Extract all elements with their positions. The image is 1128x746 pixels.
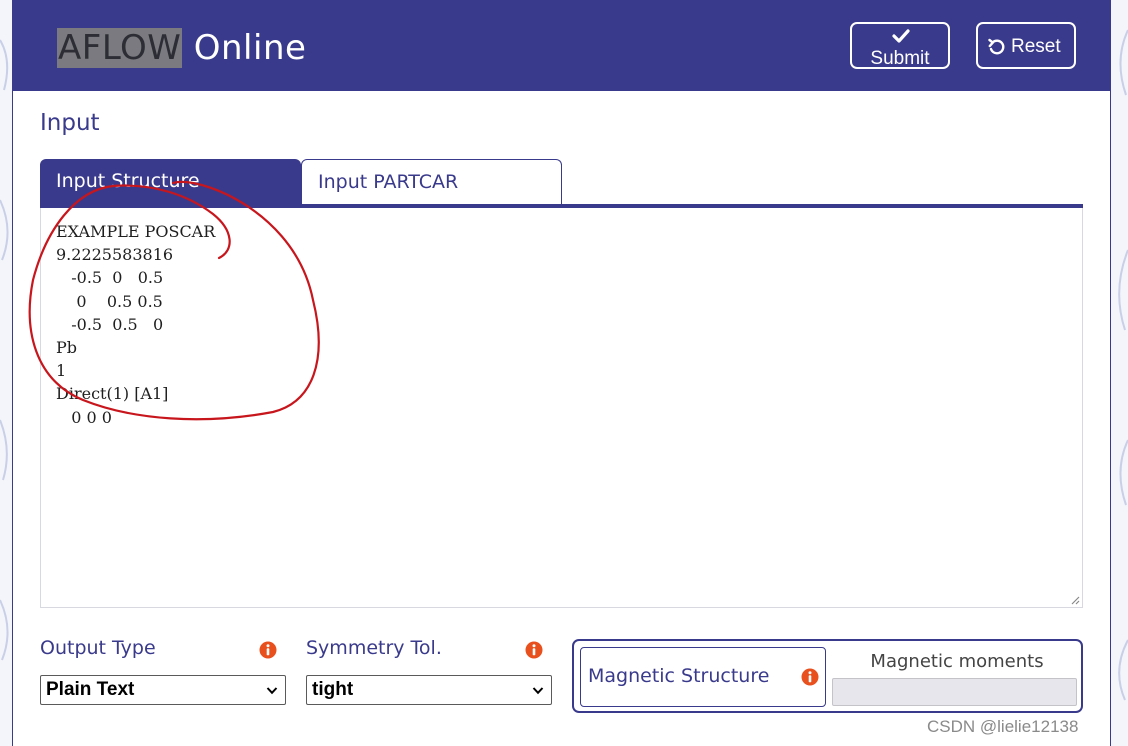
tab-input-structure[interactable]: Input Structure xyxy=(40,159,301,205)
magnetic-structure-label: Magnetic Structure xyxy=(588,665,770,687)
brand-rest: Online xyxy=(182,28,307,68)
reset-button[interactable]: Reset xyxy=(976,22,1076,69)
magnetic-structure-panel: Magnetic Structure Magnetic moments xyxy=(572,639,1083,713)
symmetry-tol-value: tight xyxy=(312,679,354,700)
checkmark-icon xyxy=(892,29,910,43)
info-icon[interactable] xyxy=(259,641,277,659)
input-section-title: Input xyxy=(40,110,100,136)
magnetic-moments-input[interactable] xyxy=(832,678,1077,706)
reset-label: Reset xyxy=(1011,36,1061,57)
symmetry-tol-select[interactable]: tight xyxy=(306,675,552,705)
chevron-down-icon xyxy=(266,687,278,695)
output-type-value: Plain Text xyxy=(46,679,135,700)
background-pattern-right xyxy=(1118,29,1128,701)
output-type-select[interactable]: Plain Text xyxy=(40,675,286,705)
watermark: CSDN @lielie12138 xyxy=(927,717,1079,736)
brand-highlight: AFLOW xyxy=(57,28,183,68)
info-icon[interactable] xyxy=(801,668,819,686)
app-header: AFLOW Online Submit Reset xyxy=(13,0,1110,91)
magnetic-structure-toggle[interactable]: Magnetic Structure xyxy=(580,647,826,707)
undo-icon xyxy=(988,38,1005,55)
resize-grip-icon[interactable] xyxy=(1070,595,1080,605)
main-card: AFLOW Online Submit Reset Input Input St… xyxy=(12,0,1111,746)
submit-label: Submit xyxy=(870,48,930,69)
brand-logo: AFLOW Online xyxy=(57,28,306,68)
chevron-down-icon xyxy=(532,687,544,695)
output-type-label: Output Type xyxy=(40,637,156,659)
submit-button[interactable]: Submit xyxy=(850,22,950,69)
magnetic-moments-label: Magnetic moments xyxy=(870,651,1044,672)
symmetry-tol-label: Symmetry Tol. xyxy=(306,637,442,659)
tab-input-partcar[interactable]: Input PARTCAR xyxy=(301,159,562,205)
info-icon[interactable] xyxy=(525,641,543,659)
structure-text: EXAMPLE POSCAR 9.2225583816 -0.5 0 0.5 0… xyxy=(56,222,216,427)
structure-textarea[interactable]: EXAMPLE POSCAR 9.2225583816 -0.5 0 0.5 0… xyxy=(40,208,1083,608)
